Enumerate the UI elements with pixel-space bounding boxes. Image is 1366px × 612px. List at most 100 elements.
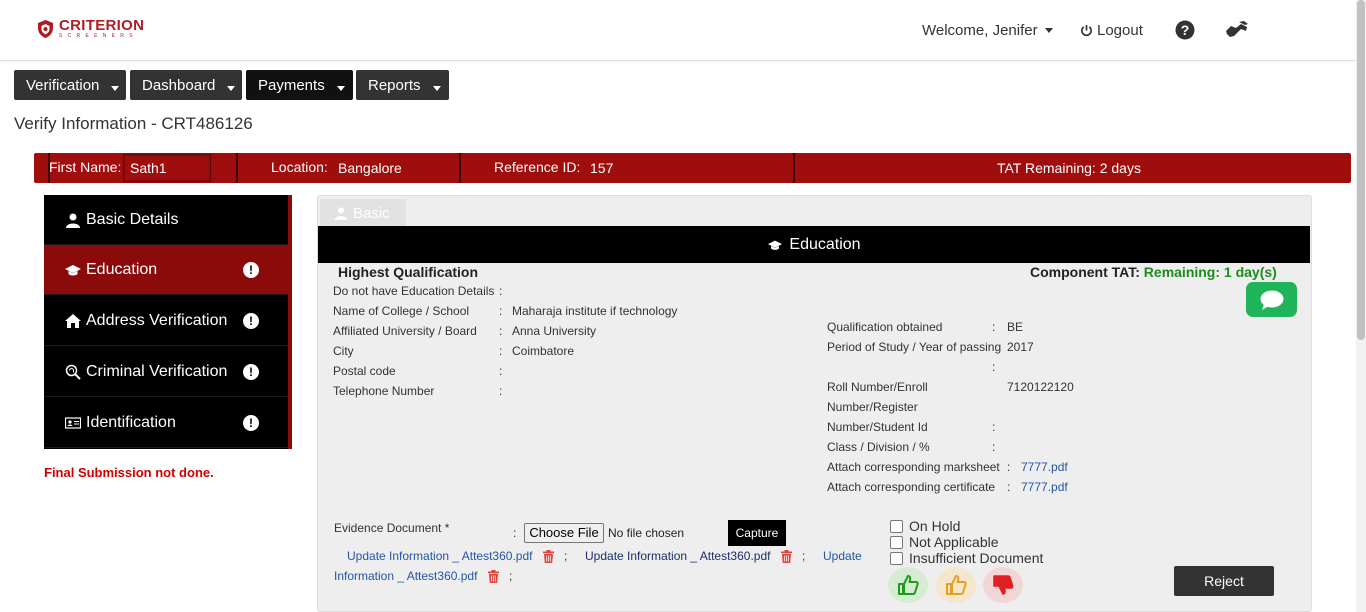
caret-down-icon — [432, 85, 441, 91]
checkbox[interactable] — [890, 535, 903, 549]
disapprove-button[interactable] — [983, 567, 1023, 603]
education-header: Education — [318, 226, 1310, 263]
field-colon: : — [992, 320, 996, 334]
checkbox-not-applicable[interactable]: Not Applicable — [890, 534, 999, 550]
reject-button[interactable]: Reject — [1174, 566, 1274, 596]
first-name-value: Sath1 — [130, 160, 167, 176]
component-tat-value: Remaining: 1 day(s) — [1143, 264, 1277, 280]
checkbox-label: Not Applicable — [909, 534, 999, 550]
sidebar-item-identification[interactable]: Identification ! — [44, 398, 288, 448]
scrollbar-thumb[interactable] — [1357, 0, 1365, 340]
logout-button[interactable]: Logout — [1080, 22, 1143, 39]
nav-verification[interactable]: Verification — [14, 70, 126, 100]
sidebar-item-label: Education — [86, 260, 158, 278]
trash-icon[interactable] — [543, 550, 554, 563]
qualification-value: BE — [1007, 320, 1024, 334]
roll-label: Roll Number/Enroll — [827, 380, 928, 394]
user-icon — [334, 207, 348, 220]
chat-bubble-icon — [1260, 290, 1283, 310]
sidebar-item-address-verification[interactable]: Address Verification ! — [44, 296, 288, 346]
logout-label: Logout — [1097, 22, 1143, 39]
first-name-label: First Name: — [49, 159, 122, 175]
brand-name: CRITERION — [59, 17, 145, 34]
partial-approve-button[interactable] — [936, 567, 976, 603]
capture-button[interactable]: Capture — [728, 520, 786, 546]
caret-down-icon — [336, 85, 345, 91]
caret-down-icon — [227, 85, 236, 91]
caret-down-icon — [111, 85, 120, 91]
checkbox-label: Insufficient Document — [909, 550, 1044, 566]
separator: ; — [564, 549, 568, 563]
component-tat: Component TAT: Remaining: 1 day(s) — [1030, 264, 1277, 280]
evidence-file-link[interactable]: Update Information _ Attest360.pdf — [347, 549, 532, 563]
tab-basic-label: Basic — [353, 204, 390, 222]
field-colon: : — [1007, 480, 1011, 494]
caret-down-icon — [1044, 28, 1053, 33]
choose-file-button[interactable]: Choose File — [524, 523, 604, 543]
brand-logo[interactable]: CRITERION SCREENERS — [37, 18, 144, 39]
handshake-icon[interactable] — [1224, 19, 1249, 41]
checkbox-label: On Hold — [909, 518, 961, 534]
nav-payments[interactable]: Payments — [246, 70, 353, 100]
nav-reports-label: Reports — [368, 76, 421, 94]
checkbox[interactable] — [890, 551, 903, 565]
sidebar-item-label: Address Verification — [86, 311, 228, 329]
nav-payments-label: Payments — [258, 76, 325, 94]
field-label: City — [333, 344, 354, 358]
sidebar-item-education[interactable]: Education ! — [44, 245, 288, 295]
field-label: Name of College / School — [333, 304, 470, 318]
checkbox[interactable] — [890, 519, 903, 533]
field-colon: : — [992, 360, 996, 374]
user-menu[interactable]: Welcome, Jenifer — [922, 22, 1053, 39]
field-label: Affiliated University / Board — [333, 324, 477, 338]
field-colon: : — [1007, 460, 1011, 474]
thumbs-up-icon — [898, 575, 919, 595]
field-colon: : — [513, 526, 517, 540]
evidence-file-link[interactable]: Update Information _ Attest360.pdf — [585, 549, 770, 563]
comment-button[interactable] — [1246, 282, 1297, 317]
separator: ; — [802, 549, 806, 563]
field-label: Postal code — [333, 364, 396, 378]
tab-basic[interactable]: Basic — [320, 199, 406, 227]
field-colon: : — [499, 384, 503, 398]
id-card-icon — [65, 416, 81, 429]
sidebar-item-basic-details[interactable]: Basic Details — [44, 195, 288, 245]
reference-id-label: Reference ID: — [494, 159, 581, 175]
warning-icon: ! — [243, 415, 259, 431]
field-label: Telephone Number — [333, 384, 435, 398]
section-sidebar: Basic Details Education ! Address Verifi… — [44, 195, 292, 449]
marksheet-label: Attach corresponding marksheet — [827, 460, 1000, 474]
question-circle-icon[interactable]: ? — [1175, 20, 1195, 40]
field-colon: : — [992, 440, 996, 454]
power-icon — [1081, 24, 1092, 37]
page-scrollbar[interactable] — [1356, 0, 1366, 612]
approve-button[interactable] — [888, 567, 928, 603]
field-colon: : — [499, 304, 503, 318]
welcome-text: Welcome, Jenifer — [922, 22, 1038, 39]
marksheet-link[interactable]: 7777.pdf — [1021, 460, 1068, 474]
sidebar-item-label: Criminal Verification — [86, 362, 228, 380]
nav-reports[interactable]: Reports — [356, 70, 449, 100]
brand-subtitle: SCREENERS — [59, 33, 138, 39]
evidence-file-link[interactable]: Update — [823, 549, 862, 563]
checkbox-insufficient-document[interactable]: Insufficient Document — [890, 550, 1043, 566]
sidebar-item-criminal-verification[interactable]: Criminal Verification ! — [44, 347, 288, 397]
page-title: Verify Information - CRT486126 — [14, 114, 253, 133]
location-label: Location: — [271, 159, 328, 175]
period-label: Period of Study / Year of passing — [827, 340, 1002, 354]
graduation-cap-icon — [768, 240, 783, 250]
file-status: No file chosen — [608, 526, 685, 540]
shield-logo-icon — [38, 19, 53, 38]
section-title: Highest Qualification — [338, 264, 479, 280]
nav-dashboard[interactable]: Dashboard — [130, 70, 242, 100]
checkbox-on-hold[interactable]: On Hold — [890, 518, 960, 534]
roll-label: Number/Register — [827, 400, 918, 414]
field-colon: : — [499, 364, 503, 378]
thumbs-down-icon — [993, 575, 1014, 595]
trash-icon[interactable] — [781, 550, 792, 563]
thumbs-up-icon — [946, 575, 967, 595]
trash-icon[interactable] — [488, 570, 499, 583]
evidence-file-link[interactable]: Information _ Attest360.pdf — [334, 569, 477, 583]
field-value: Anna University — [512, 324, 597, 338]
certificate-link[interactable]: 7777.pdf — [1021, 480, 1068, 494]
